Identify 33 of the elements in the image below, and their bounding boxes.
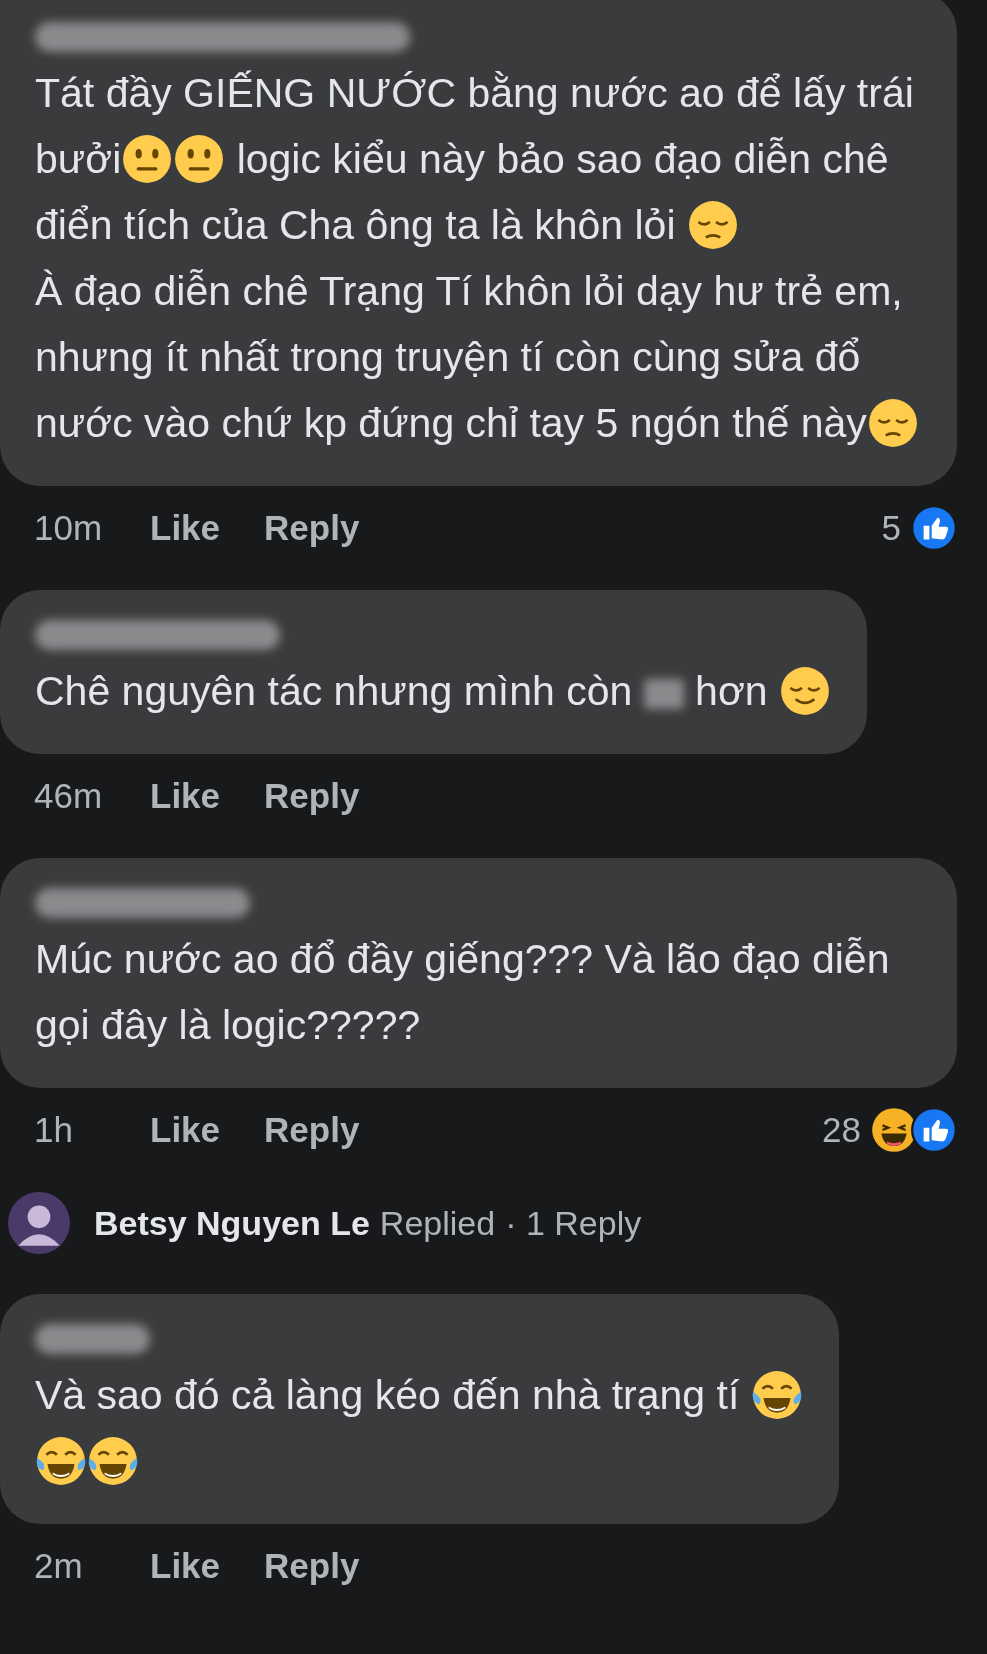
comment-text: Múc nước ao đổ đầy giếng??? Và lão đạo diễn gọi đây là logic?????: [35, 935, 891, 1050]
thumbs-up-reaction-icon: [911, 505, 957, 551]
reaction-count: 28: [822, 1108, 861, 1151]
neutral-face-emoji: [173, 133, 226, 186]
replied-label: Replied: [379, 1202, 496, 1244]
comment-time: 46m: [34, 774, 104, 817]
comment-text: Tát đầy GIẾNG NƯỚC bằng nước ao để lấy trái bưởi logic kiểu này bảo sao đạo diễn chê điển tích của Cha ông ta là khôn lỏi À đạo diễn chê Trạng Tí khôn lỏi dạy hư trẻ em, nhưng ít nhất trong truyện tí còn cùng sửa đổ nước vào chứ kp đứng chỉ tay 5 ngón thế này: [35, 60, 921, 456]
comment-time: 10m: [34, 506, 104, 549]
like-link[interactable]: Like: [150, 501, 221, 555]
comment-text: Chê nguyên tác nhưng mình còn hơn: [35, 658, 831, 724]
neutral-face-emoji: [121, 133, 174, 186]
pensive-face-emoji: [686, 199, 739, 252]
blurred-word: [643, 679, 684, 710]
relieved-face-emoji: [778, 665, 831, 718]
reply-link[interactable]: Reply: [264, 1539, 360, 1593]
like-link[interactable]: Like: [150, 1539, 221, 1593]
reply-author-name[interactable]: Betsy Nguyen Le: [94, 1197, 370, 1249]
comment-text: Và sao đó cả làng kéo đến nhà trạng tí: [35, 1362, 803, 1494]
avatar-icon[interactable]: [8, 1192, 70, 1254]
laughing-tears-emoji: [750, 1369, 803, 1422]
like-link[interactable]: Like: [150, 769, 221, 823]
reply-link[interactable]: Reply: [264, 769, 360, 823]
pensive-face-emoji: [866, 397, 919, 450]
reply-count-link[interactable]: · 1 Reply: [505, 1197, 642, 1249]
like-link[interactable]: Like: [150, 1103, 221, 1157]
comment-time: 1h: [34, 1108, 74, 1151]
comment-time: 2m: [34, 1544, 84, 1587]
laughing-tears-emoji: [35, 1435, 87, 1488]
reaction-count: 5: [881, 506, 901, 549]
reply-link[interactable]: Reply: [264, 501, 360, 555]
reply-link[interactable]: Reply: [264, 1103, 360, 1157]
laughing-tears-emoji: [87, 1435, 139, 1488]
thumbs-up-reaction-icon: [911, 1107, 957, 1153]
